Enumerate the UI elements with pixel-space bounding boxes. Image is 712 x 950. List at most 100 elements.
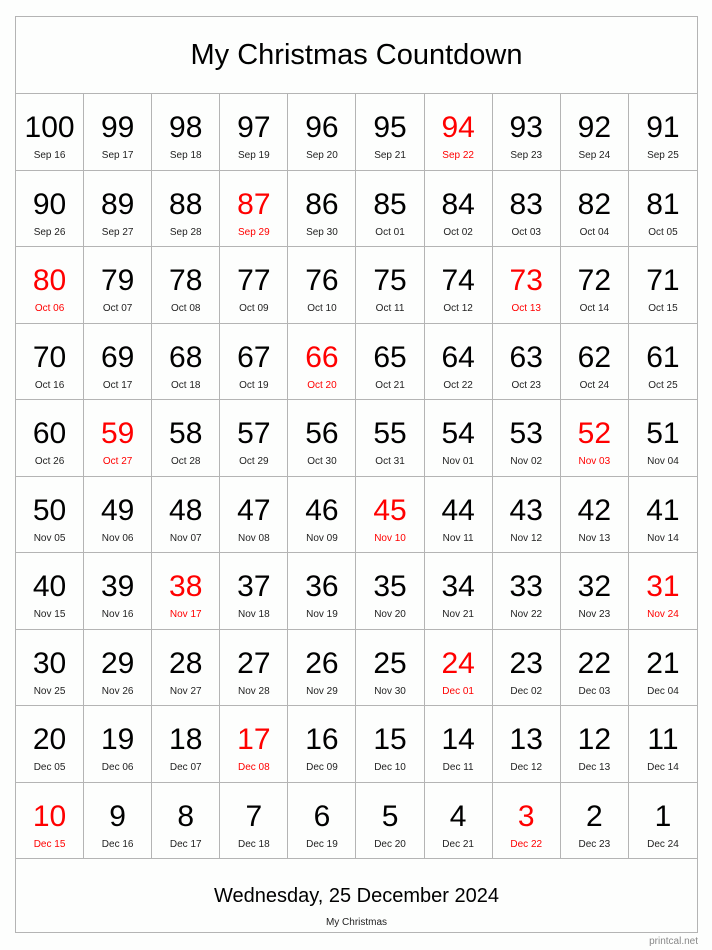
day-cell: 11 Dec 14	[628, 706, 697, 783]
calendar-date: Sep 16	[33, 150, 66, 161]
days-remaining: 74	[441, 264, 475, 297]
days-remaining: 6	[313, 799, 331, 833]
calendar-date: Sep 17	[101, 150, 134, 161]
calendar-date: Oct 21	[375, 379, 405, 391]
day-cell: 33 Nov 22	[492, 553, 561, 630]
calendar-date: Oct 27	[102, 456, 133, 467]
calendar-date: Nov 19	[306, 609, 338, 620]
day-cell: 72 Oct 14	[560, 247, 629, 324]
days-remaining: 77	[237, 264, 271, 297]
calendar-date: Dec 18	[238, 838, 270, 850]
calendar-date: Oct 17	[102, 379, 133, 391]
day-cell: 96 Sep 20	[288, 94, 357, 171]
day-cell: 52 Nov 03	[560, 400, 629, 477]
day-cell: 15 Dec 10	[356, 706, 425, 783]
days-remaining: 80	[32, 264, 67, 297]
days-remaining: 29	[100, 646, 135, 680]
days-remaining: 66	[305, 340, 339, 374]
days-remaining: 100	[24, 111, 75, 144]
day-cell: 70 Oct 16	[16, 323, 85, 400]
day-cell: 92 Sep 24	[560, 94, 629, 171]
calendar-date: Oct 15	[648, 303, 678, 314]
day-cell: 18 Dec 07	[152, 706, 221, 783]
calendar-date: Sep 24	[578, 150, 611, 161]
days-remaining: 86	[305, 187, 339, 221]
days-remaining: 44	[441, 493, 475, 527]
day-cell: 100 Sep 16	[16, 94, 85, 171]
day-cell: 8 Dec 17	[152, 782, 221, 859]
days-remaining: 27	[237, 646, 271, 680]
days-remaining: 21	[646, 646, 680, 680]
calendar-date: Nov 20	[374, 609, 406, 620]
days-remaining: 62	[577, 340, 612, 374]
days-remaining: 43	[509, 493, 543, 527]
days-remaining: 41	[646, 493, 680, 527]
day-cell: 39 Nov 16	[84, 553, 153, 630]
calendar-date: Dec 03	[578, 685, 611, 697]
calendar-date: Dec 21	[442, 838, 474, 850]
days-remaining: 79	[100, 264, 135, 297]
days-remaining: 56	[305, 417, 339, 450]
day-cell: 82 Oct 04	[560, 170, 629, 247]
days-remaining: 47	[237, 493, 271, 527]
calendar-date: Sep 18	[169, 150, 202, 161]
calendar-date: Dec 24	[647, 838, 679, 850]
calendar-date: Nov 13	[578, 532, 611, 544]
calendar-date: Nov 22	[510, 609, 543, 620]
calendar-date: Oct 28	[171, 456, 201, 467]
days-remaining: 17	[237, 723, 271, 756]
day-cell: 9 Dec 16	[84, 782, 153, 859]
day-cell: 3 Dec 22	[492, 782, 561, 859]
day-cell: 36 Nov 19	[288, 553, 357, 630]
days-remaining: 30	[32, 646, 67, 680]
calendar-date: Dec 06	[101, 762, 134, 773]
calendar-date: Oct 26	[34, 456, 65, 467]
days-remaining: 84	[441, 187, 475, 221]
day-cell: 65 Oct 21	[356, 323, 425, 400]
day-cell: 14 Dec 11	[424, 706, 493, 783]
day-cell: 30 Nov 25	[16, 629, 85, 706]
days-remaining: 60	[32, 417, 67, 450]
calendar-date: Sep 28	[169, 226, 202, 238]
calendar-date: Nov 12	[510, 532, 543, 544]
days-remaining: 57	[237, 417, 271, 450]
day-cell: 31 Nov 24	[628, 553, 697, 630]
days-remaining: 90	[32, 187, 67, 221]
days-remaining: 4	[449, 799, 467, 833]
day-cell: 59 Oct 27	[84, 400, 153, 477]
days-remaining: 89	[100, 187, 135, 221]
days-remaining: 49	[100, 493, 135, 527]
day-cell: 24 Dec 01	[424, 629, 493, 706]
days-remaining: 16	[305, 723, 339, 756]
days-remaining: 23	[509, 646, 543, 680]
calendar-date: Nov 24	[647, 609, 679, 620]
calendar-date: Sep 25	[647, 150, 679, 161]
days-remaining: 92	[577, 111, 612, 144]
day-cell: 57 Oct 29	[220, 400, 289, 477]
day-cell: 75 Oct 11	[356, 247, 425, 324]
days-remaining: 45	[373, 493, 407, 527]
day-cell: 71 Oct 15	[628, 247, 697, 324]
day-cell: 86 Sep 30	[288, 170, 357, 247]
days-remaining: 81	[646, 187, 680, 221]
day-cell: 55 Oct 31	[356, 400, 425, 477]
days-remaining: 53	[509, 417, 543, 450]
day-cell: 50 Nov 05	[16, 476, 85, 553]
day-cell: 45 Nov 10	[356, 476, 425, 553]
day-cell: 64 Oct 22	[424, 323, 493, 400]
calendar-date: Oct 18	[171, 379, 201, 391]
calendar-date: Oct 01	[375, 226, 405, 238]
calendar-date: Nov 11	[442, 532, 474, 544]
calendar-date: Nov 30	[374, 685, 406, 697]
day-cell: 40 Nov 15	[16, 553, 85, 630]
days-remaining: 37	[237, 570, 271, 603]
day-cell: 42 Nov 13	[560, 476, 629, 553]
countdown-grid: 100 Sep 16 99 Sep 17 98 Sep 18 97 Sep 19 96 Sep 2…	[16, 94, 697, 859]
days-remaining: 46	[305, 493, 339, 527]
calendar-date: Dec 11	[442, 762, 474, 773]
days-remaining: 24	[441, 646, 475, 680]
days-remaining: 33	[509, 570, 543, 603]
days-remaining: 34	[441, 570, 475, 603]
calendar-date: Oct 07	[102, 303, 133, 314]
calendar-date: Dec 07	[169, 762, 202, 773]
